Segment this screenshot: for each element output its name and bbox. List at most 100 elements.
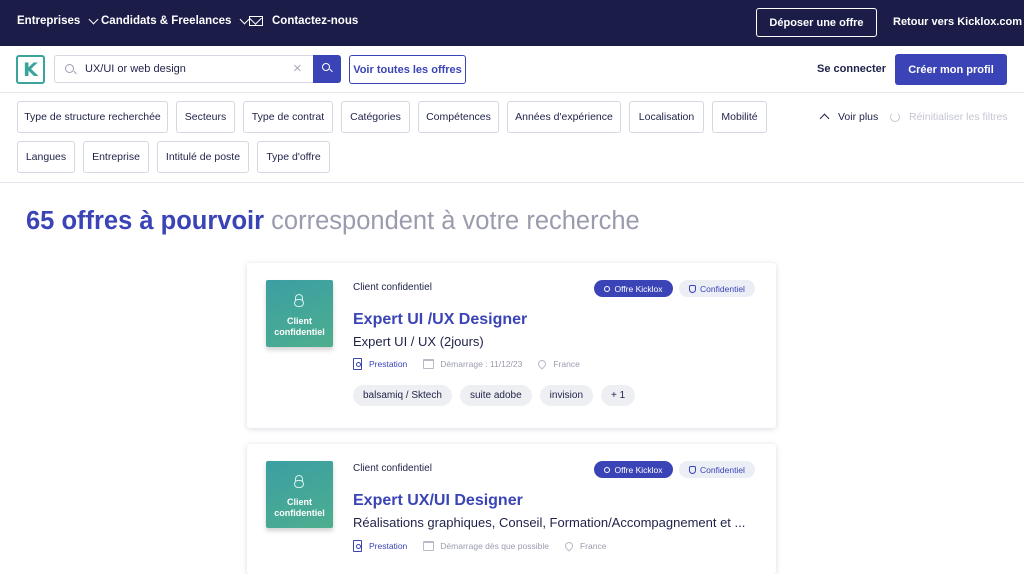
more-tags[interactable]: + 1 xyxy=(601,385,636,406)
badge-offre-kicklox: Offre Kicklox xyxy=(594,280,673,297)
filter-mobilite[interactable]: Mobilité xyxy=(712,101,767,133)
filter-entreprise[interactable]: Entreprise xyxy=(83,141,149,173)
login-link[interactable]: Se connecter xyxy=(817,63,886,75)
logo-letter: K xyxy=(23,58,38,81)
offer-title[interactable]: Expert UI /UX Designer xyxy=(353,311,527,329)
location-pin-icon xyxy=(536,358,549,370)
company-thumbnail: Client confidentiel xyxy=(266,280,333,347)
shield-icon xyxy=(689,465,697,474)
filter-type-structure[interactable]: Type de structure recherchée xyxy=(17,101,168,133)
kicklox-logo[interactable]: K xyxy=(16,55,45,84)
voir-toutes-offres-button[interactable]: Voir toutes les offres xyxy=(349,55,466,84)
nav-contact[interactable]: Contactez-nous xyxy=(249,15,358,27)
start-date-label: Démarrage : 11/12/23 xyxy=(440,359,523,369)
client-name: Client confidentiel xyxy=(353,282,432,293)
contract-icon xyxy=(353,540,362,552)
filters-bar: Type de structure recherchée Secteurs Ty… xyxy=(0,93,1024,183)
start-date-label: Démarrage dès que possible xyxy=(440,541,549,551)
filter-secteurs[interactable]: Secteurs xyxy=(176,101,235,133)
badge-kicklox-label: Offre Kicklox xyxy=(614,464,663,475)
thumbnail-line-1: Client xyxy=(286,497,312,507)
offer-subtitle: Réalisations graphiques, Conseil, Format… xyxy=(353,515,746,530)
badge-conf-label: Confidentiel xyxy=(700,464,745,475)
search-icon xyxy=(65,64,74,73)
location-pin-icon xyxy=(563,540,575,552)
filter-type-contrat[interactable]: Type de contrat xyxy=(243,101,333,133)
nav-candidats-label: Candidats & Freelances xyxy=(101,15,232,27)
badge-confidentiel: Confidentiel xyxy=(679,461,755,478)
badge-kicklox-label: Offre Kicklox xyxy=(614,283,663,294)
contract-icon xyxy=(353,358,362,370)
skill-tag: suite adobe xyxy=(459,385,532,406)
filter-annees-experience[interactable]: Années d'expérience xyxy=(507,101,621,133)
offer-meta: Prestation Démarrage dès que possible Fr… xyxy=(353,540,622,552)
badge-offre-kicklox: Offre Kicklox xyxy=(594,461,673,478)
shield-icon xyxy=(689,284,697,293)
location: France xyxy=(536,358,580,370)
mail-icon xyxy=(249,16,263,26)
location: France xyxy=(563,540,607,552)
lock-icon xyxy=(294,475,304,488)
create-profile-button[interactable]: Créer mon profil xyxy=(895,54,1007,85)
skill-tags: balsamiq / Sktech suite adobe invision +… xyxy=(353,385,636,406)
search-icon xyxy=(322,63,330,71)
filter-localisation[interactable]: Localisation xyxy=(629,101,704,133)
offer-subtitle: Expert UI / UX (2jours) xyxy=(353,334,484,349)
thumbnail-label: Client confidentiel xyxy=(266,316,333,338)
search-input[interactable]: UX/UI or web design × xyxy=(54,55,313,83)
filter-competences[interactable]: Compétences xyxy=(418,101,499,133)
results-headline: 65 offres à pourvoir correspondent à vot… xyxy=(26,207,640,236)
contract-type: Prestation xyxy=(353,540,407,552)
badge-confidentiel: Confidentiel xyxy=(679,280,755,297)
client-name: Client confidentiel xyxy=(353,463,432,474)
nav-entreprises[interactable]: Entreprises xyxy=(17,14,99,27)
filter-categories[interactable]: Catégories xyxy=(341,101,410,133)
results-count: 65 offres à pourvoir xyxy=(26,207,265,235)
company-thumbnail: Client confidentiel xyxy=(266,461,333,528)
lock-icon xyxy=(294,294,304,307)
results-subtext: correspondent à votre recherche xyxy=(271,207,640,235)
contract-label: Prestation xyxy=(369,541,408,551)
chevron-down-icon xyxy=(88,14,99,24)
skill-tag: invision xyxy=(539,385,594,406)
thumbnail-line-2: confidentiel xyxy=(274,508,325,518)
search-header: K UX/UI or web design × Voir toutes les … xyxy=(0,46,1024,93)
filter-langues[interactable]: Langues xyxy=(17,141,75,173)
deposer-offre-button[interactable]: Déposer une offre xyxy=(756,8,877,37)
offer-meta: Prestation Démarrage : 11/12/23 France xyxy=(353,358,596,370)
search-query: UX/UI or web design xyxy=(85,63,186,75)
offer-card[interactable]: Client confidentiel Client confidentiel … xyxy=(247,444,776,574)
skill-tag: balsamiq / Sktech xyxy=(353,385,452,406)
reset-filters-label: Réinitialiser les filtres xyxy=(909,111,1008,123)
nav-candidats[interactable]: Candidats & Freelances xyxy=(101,14,250,27)
filter-type-offre[interactable]: Type d'offre xyxy=(257,141,330,173)
thumbnail-label: Client confidentiel xyxy=(266,497,333,519)
search-button[interactable] xyxy=(313,55,341,83)
nav-contact-label: Contactez-nous xyxy=(272,15,359,27)
calendar-icon xyxy=(423,541,435,551)
reset-filters-button[interactable]: Réinitialiser les filtres xyxy=(890,111,1008,123)
location-label: France xyxy=(553,359,580,369)
offer-card[interactable]: Client confidentiel Client confidentiel … xyxy=(247,263,776,428)
thumbnail-line-2: confidentiel xyxy=(274,327,325,337)
retour-kicklox-link[interactable]: Retour vers Kicklox.com xyxy=(893,16,1022,28)
clear-icon[interactable]: × xyxy=(293,61,302,76)
location-label: France xyxy=(579,541,607,551)
top-navigation: Entreprises Candidats & Freelances Conta… xyxy=(0,0,1024,46)
refresh-icon xyxy=(890,112,900,122)
calendar-icon xyxy=(423,359,435,369)
voir-plus-toggle[interactable]: Voir plus xyxy=(818,111,879,124)
nav-entreprises-label: Entreprises xyxy=(17,15,81,27)
contract-type: Prestation xyxy=(353,358,407,370)
contract-label: Prestation xyxy=(369,359,408,369)
filter-intitule-poste[interactable]: Intitulé de poste xyxy=(157,141,249,173)
thumbnail-line-1: Client xyxy=(286,316,312,326)
chevron-up-icon xyxy=(819,113,830,124)
start-date: Démarrage dès que possible xyxy=(423,541,549,551)
award-icon xyxy=(604,285,611,292)
badge-conf-label: Confidentiel xyxy=(700,283,745,294)
voir-plus-label: Voir plus xyxy=(838,111,879,123)
award-icon xyxy=(604,466,611,473)
offer-title[interactable]: Expert UX/UI Designer xyxy=(353,492,523,510)
start-date: Démarrage : 11/12/23 xyxy=(423,359,522,369)
